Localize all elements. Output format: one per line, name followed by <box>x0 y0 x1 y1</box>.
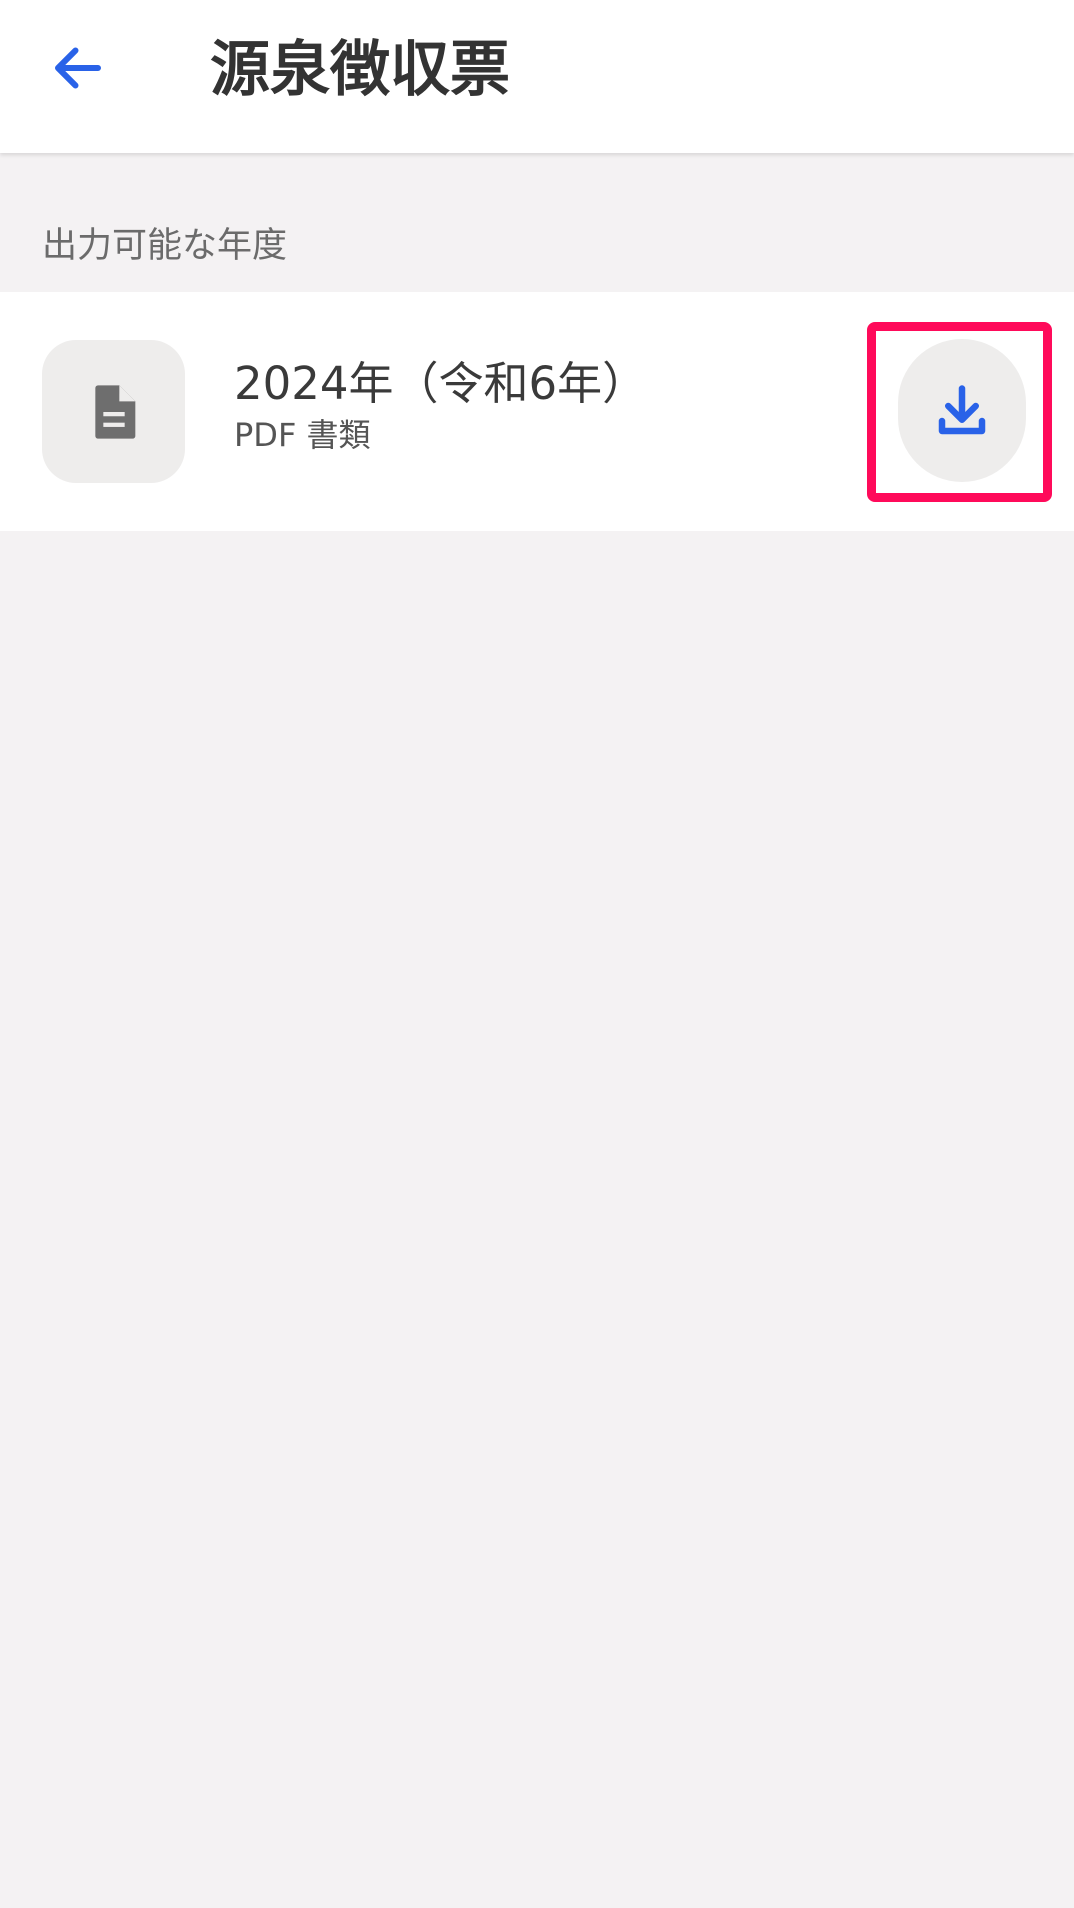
document-icon <box>94 384 135 439</box>
document-subtitle: PDF 書類 <box>234 416 371 454</box>
document-title: 2024年（令和6年） <box>234 357 648 410</box>
document-thumbnail <box>42 340 185 483</box>
back-button[interactable] <box>42 32 114 104</box>
section-header: 出力可能な年度 <box>42 226 288 266</box>
page-title: 源泉徴収票 <box>210 35 510 105</box>
download-button[interactable] <box>898 339 1026 482</box>
download-icon <box>938 384 986 434</box>
app-bar: 源泉徴収票 <box>0 0 1074 153</box>
arrow-left-icon <box>55 47 101 89</box>
